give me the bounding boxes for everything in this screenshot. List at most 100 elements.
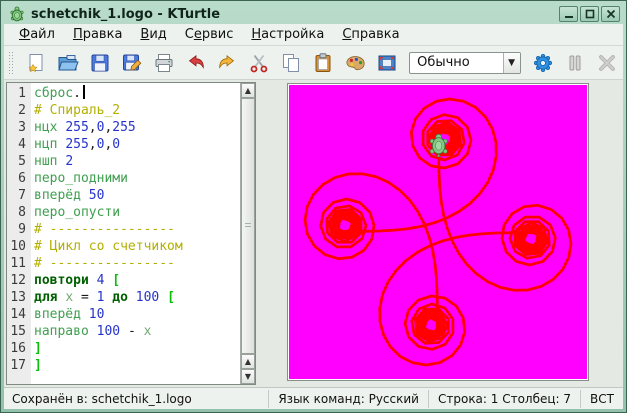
print-button[interactable] — [148, 49, 179, 77]
code-line-3[interactable]: 3нцх 255,0,255 — [7, 119, 240, 136]
redo-button[interactable] — [212, 49, 243, 77]
run-speed-select[interactable]: Обычно▼ — [409, 52, 520, 74]
colors-icon — [344, 52, 366, 74]
paste-button[interactable] — [308, 49, 339, 77]
code-line-5[interactable]: 5ншп 2 — [7, 153, 240, 170]
run-button[interactable] — [528, 49, 559, 77]
line-text: вперёд 10 — [31, 306, 104, 323]
toolbar-drag-handle[interactable] — [8, 51, 14, 75]
pause-icon — [564, 52, 586, 74]
code-line-2[interactable]: 2# Спираль_2 — [7, 102, 240, 119]
code-line-1[interactable]: 1сброс. — [7, 85, 240, 102]
undo-icon — [185, 52, 207, 74]
editor-text-area[interactable]: 1сброс.2# Спираль_23нцх 255,0,2554нцп 25… — [7, 83, 240, 384]
editor-scrollbar[interactable]: ▲ ▲ ▼ — [240, 83, 255, 384]
menu-1[interactable]: Файл — [10, 25, 64, 44]
open-file-button[interactable] — [53, 49, 84, 77]
code-line-6[interactable]: 6перо_подними — [7, 170, 240, 187]
maximize-button[interactable] — [580, 6, 599, 22]
main-area: 1сброс.2# Спираль_23нцх 255,0,2554нцп 25… — [4, 80, 623, 387]
titlebar[interactable]: schetchik_1.logo - KTurtle — [4, 4, 623, 24]
code-line-10[interactable]: 10# Цикл со счетчиком — [7, 238, 240, 255]
minimize-button[interactable] — [559, 6, 578, 22]
kturtle-window: schetchik_1.logo - KTurtle ФайлПравкаВид… — [0, 0, 627, 413]
line-number: 16 — [7, 340, 31, 357]
save-icon — [89, 52, 111, 74]
scrollbar-thumb[interactable] — [241, 98, 255, 354]
line-text: # ---------------- — [31, 221, 175, 238]
menu-3[interactable]: Вид — [131, 25, 175, 44]
line-text: перо_опусти — [31, 204, 120, 221]
line-number: 9 — [7, 221, 31, 238]
line-number: 17 — [7, 357, 31, 374]
toolbar: Обычно▼ — [4, 46, 623, 80]
colors-button[interactable] — [339, 49, 370, 77]
code-line-13[interactable]: 13для x = 1 до 100 [ — [7, 289, 240, 306]
stop-icon — [596, 52, 618, 74]
menu-6[interactable]: Справка — [333, 25, 408, 44]
line-text: # Цикл со счетчиком — [31, 238, 183, 255]
line-text: для x = 1 до 100 [ — [31, 289, 175, 306]
menubar: ФайлПравкаВидСервисНастройкаСправка — [4, 24, 623, 46]
run-icon — [532, 52, 554, 74]
line-number: 12 — [7, 272, 31, 289]
maximize-icon — [585, 9, 595, 19]
code-line-7[interactable]: 7вперёд 50 — [7, 187, 240, 204]
new-file-button[interactable] — [21, 49, 52, 77]
run-speed-value: Обычно — [410, 55, 502, 70]
code-line-16[interactable]: 16] — [7, 340, 240, 357]
scroll-up-icon[interactable]: ▲ — [241, 83, 255, 98]
save-button[interactable] — [85, 49, 116, 77]
turtle-app-icon — [9, 6, 25, 22]
window-title: schetchik_1.logo - KTurtle — [31, 7, 557, 22]
fullscreen-button[interactable] — [371, 49, 402, 77]
code-line-15[interactable]: 15направо 100 - x — [7, 323, 240, 340]
line-text: повтори 4 [ — [31, 272, 120, 289]
pause-button — [559, 49, 590, 77]
paste-icon — [312, 52, 334, 74]
line-text: # Спираль_2 — [31, 102, 120, 119]
redo-icon — [216, 52, 238, 74]
line-text: нцх 255,0,255 — [31, 119, 136, 136]
line-number: 3 — [7, 119, 31, 136]
code-line-17[interactable]: 17] — [7, 357, 240, 374]
code-line-9[interactable]: 9# ---------------- — [7, 221, 240, 238]
code-line-14[interactable]: 14вперёд 10 — [7, 306, 240, 323]
line-number: 2 — [7, 102, 31, 119]
cut-icon — [248, 52, 270, 74]
line-number: 15 — [7, 323, 31, 340]
menu-4[interactable]: Сервис — [176, 25, 243, 44]
fullscreen-icon — [376, 52, 398, 74]
minimize-icon — [564, 9, 574, 19]
copy-button[interactable] — [276, 49, 307, 77]
line-text: перо_подними — [31, 170, 128, 187]
line-text: ] — [31, 340, 42, 357]
scroll-down-icon[interactable]: ▼ — [241, 369, 255, 384]
code-editor[interactable]: 1сброс.2# Спираль_23нцх 255,0,2554нцп 25… — [6, 82, 256, 385]
copy-icon — [280, 52, 302, 74]
code-line-4[interactable]: 4нцп 255,0,0 — [7, 136, 240, 153]
code-line-8[interactable]: 8перо_опусти — [7, 204, 240, 221]
line-number: 11 — [7, 255, 31, 272]
line-text: сброс. — [31, 85, 85, 102]
combo-dropdown-arrow-icon[interactable]: ▼ — [503, 53, 520, 73]
line-number: 14 — [7, 306, 31, 323]
close-button[interactable] — [601, 6, 620, 22]
save-as-button[interactable] — [117, 49, 148, 77]
line-text: вперёд 50 — [31, 187, 104, 204]
code-line-12[interactable]: 12повтори 4 [ — [7, 272, 240, 289]
code-line-11[interactable]: 11# ---------------- — [7, 255, 240, 272]
status-cursor-position: Строка: 1 Столбец: 7 — [428, 390, 580, 408]
cut-button[interactable] — [244, 49, 275, 77]
menu-2[interactable]: Правка — [64, 25, 131, 44]
undo-button[interactable] — [180, 49, 211, 77]
open-file-icon — [57, 52, 79, 74]
menu-5[interactable]: Настройка — [242, 25, 333, 44]
status-insert-mode: ВСТ — [580, 390, 623, 408]
statusbar: Сохранён в: schetchik_1.logo Язык команд… — [4, 387, 623, 409]
scroll-up2-icon[interactable]: ▲ — [241, 354, 255, 369]
status-language: Язык команд: Русский — [268, 390, 428, 408]
line-text: нцп 255,0,0 — [31, 136, 120, 153]
status-saved-text: Сохранён в: schetchik_1.logo — [4, 392, 268, 406]
line-text: ншп 2 — [31, 153, 73, 170]
